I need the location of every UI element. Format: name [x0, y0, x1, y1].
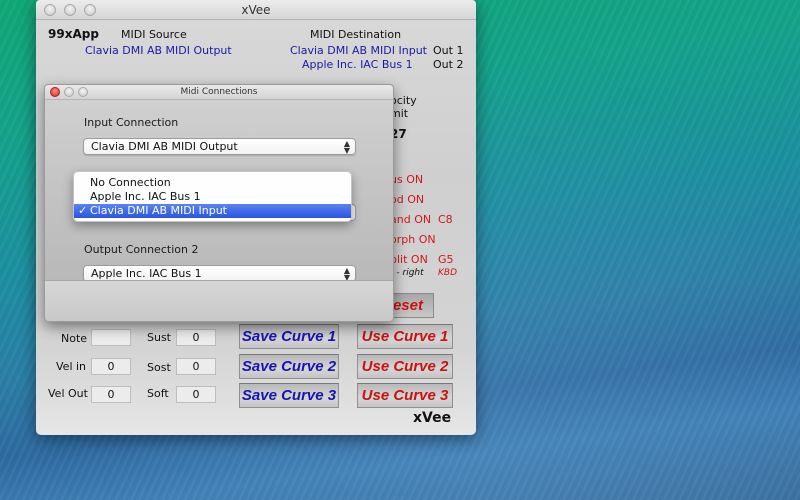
note-label: Note [61, 332, 87, 345]
switch-4[interactable]: orph ON [390, 233, 436, 246]
use-curve-2-button[interactable]: Use Curve 2 [357, 354, 453, 379]
midi-destination-header: MIDI Destination [310, 28, 401, 41]
input-connection-label: Input Connection [84, 116, 178, 129]
soft-field[interactable]: 0 [176, 386, 216, 403]
sust-field[interactable]: 0 [176, 329, 216, 346]
switch-3-value: C8 [438, 213, 453, 226]
midi-connections-dialog: Midi Connections Input Connection Clavia… [44, 84, 394, 322]
menu-item-iac-bus[interactable]: Apple Inc. IAC Bus 1 [74, 190, 351, 204]
checkmark-icon: ✓ [78, 204, 87, 218]
midi-destination-out2[interactable]: Apple Inc. IAC Bus 1 [302, 58, 413, 71]
split-hint: t - right [390, 268, 424, 278]
save-curve-3-button[interactable]: Save Curve 3 [239, 383, 339, 408]
vel-out-field[interactable]: 0 [91, 386, 131, 403]
midi-source-value[interactable]: Clavia DMI AB MIDI Output [85, 44, 232, 57]
main-titlebar[interactable]: xVee [36, 0, 476, 20]
soft-label: Soft [147, 387, 169, 400]
input-connection-value: Clavia DMI AB MIDI Output [91, 140, 238, 153]
out2-label: Out 2 [433, 58, 463, 71]
vendor-logo: 99xApp [48, 27, 99, 41]
app-brand-label: xVee [413, 410, 451, 426]
midi-source-header: MIDI Source [121, 28, 187, 41]
sost-label: Sost [147, 361, 171, 374]
menu-item-no-connection[interactable]: No Connection [74, 176, 351, 190]
output-connection-2-label: Output Connection 2 [84, 243, 198, 256]
save-curve-1-button[interactable]: Save Curve 1 [239, 324, 339, 349]
save-curve-2-button[interactable]: Save Curve 2 [239, 354, 339, 379]
dialog-close-button[interactable] [50, 87, 60, 97]
menu-item-clavia-input[interactable]: ✓ Clavia DMI AB MIDI Input [74, 204, 351, 218]
dialog-minimize-button[interactable] [64, 87, 74, 97]
velocity-limit-label-1: ocity [390, 94, 417, 107]
switch-5-value: G5 [438, 253, 454, 266]
zoom-button-inactive[interactable] [84, 4, 96, 16]
minimize-button-inactive[interactable] [64, 4, 76, 16]
use-curve-1-button[interactable]: Use Curve 1 [357, 324, 453, 349]
vel-in-field[interactable]: 0 [91, 358, 131, 375]
dialog-title: Midi Connections [181, 87, 258, 97]
midi-destination-out1[interactable]: Clavia DMI AB MIDI Input [290, 44, 427, 57]
dialog-titlebar[interactable]: Midi Connections [45, 85, 393, 100]
switch-1[interactable]: us ON [390, 173, 423, 186]
window-title: xVee [241, 3, 270, 17]
switch-2[interactable]: od ON [390, 193, 424, 206]
output-connection-menu: No Connection Apple Inc. IAC Bus 1 ✓ Cla… [73, 171, 352, 222]
select-arrows-icon: ▲▼ [344, 266, 350, 281]
select-arrows-icon: ▲▼ [344, 139, 350, 154]
note-field[interactable] [91, 329, 131, 346]
split-kbd: KBD [438, 268, 457, 278]
dialog-footer [45, 280, 393, 321]
switch-5[interactable]: plit ON [390, 253, 428, 266]
close-button-inactive[interactable] [44, 4, 56, 16]
sust-label: Sust [147, 331, 171, 344]
output-connection-2-value: Apple Inc. IAC Bus 1 [91, 267, 202, 280]
switch-3[interactable]: and ON [390, 213, 431, 226]
vel-in-label: Vel in [56, 360, 86, 373]
input-connection-select[interactable]: Clavia DMI AB MIDI Output ▲▼ [83, 138, 356, 155]
out1-label: Out 1 [433, 44, 463, 57]
use-curve-3-button[interactable]: Use Curve 3 [357, 383, 453, 408]
dialog-zoom-button[interactable] [78, 87, 88, 97]
sost-field[interactable]: 0 [176, 358, 216, 375]
vel-out-label: Vel Out [48, 387, 88, 400]
